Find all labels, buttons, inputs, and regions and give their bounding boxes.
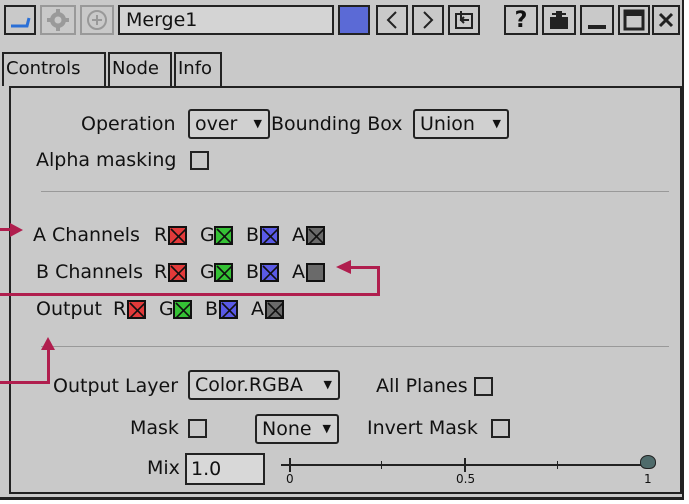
channel-checkbox-a[interactable] <box>306 263 325 282</box>
tab-controls[interactable]: Controls <box>2 52 106 86</box>
mask-label: Mask <box>130 417 179 439</box>
collapse-icon[interactable] <box>4 5 36 35</box>
mix-input[interactable]: 1.0 <box>185 453 265 485</box>
slider-tick-label: 0.5 <box>456 472 476 486</box>
mix-slider[interactable]: 0 0.5 1 <box>281 455 661 488</box>
channel-letter: B <box>246 224 260 246</box>
merge-node-panel: Merge1 ? Controls Node Info Operation ov… <box>0 0 684 500</box>
all-planes-label: All Planes <box>376 375 468 397</box>
tab-info[interactable]: Info <box>174 52 222 86</box>
settings-gear-icon[interactable] <box>40 5 76 35</box>
arrow-head-icon <box>10 223 23 237</box>
channel-letter: G <box>200 261 215 283</box>
help-button[interactable]: ? <box>504 5 538 35</box>
node-name-field[interactable]: Merge1 <box>118 5 334 35</box>
bounding-box-dropdown[interactable]: Union ▼ <box>413 109 509 139</box>
b-channels-label: B Channels <box>36 261 143 283</box>
slider-handle[interactable] <box>640 455 656 469</box>
slider-tick-label: 0 <box>286 472 294 486</box>
output-layer-dropdown[interactable]: Color.RGBA ▼ <box>188 370 340 400</box>
mask-channel-dropdown[interactable]: None ▼ <box>255 414 339 444</box>
invert-mask-checkbox[interactable] <box>491 419 510 438</box>
slider-tick-label: 1 <box>644 472 652 486</box>
channel-checkbox-g[interactable] <box>214 226 233 245</box>
mix-label: Mix <box>147 457 180 479</box>
close-icon[interactable] <box>652 5 680 35</box>
divider <box>41 346 669 347</box>
tab-node[interactable]: Node <box>108 52 172 86</box>
channel-checkbox-g[interactable] <box>173 300 192 319</box>
bounding-box-value: Union <box>420 113 475 135</box>
slider-tick <box>557 461 558 469</box>
annotation-arrow-output <box>0 381 50 384</box>
alpha-masking-checkbox[interactable] <box>190 151 209 170</box>
channel-letter: B <box>246 261 260 283</box>
float-panel-icon[interactable] <box>542 5 576 35</box>
slider-tick <box>381 461 382 469</box>
undo-icon[interactable] <box>376 5 408 35</box>
channel-letter: R <box>113 298 127 320</box>
channel-letter: A <box>292 224 305 246</box>
channel-checkbox-b[interactable] <box>219 300 238 319</box>
operation-label: Operation <box>81 113 176 135</box>
annotation-arrow-b <box>377 267 380 296</box>
operation-dropdown[interactable]: over ▼ <box>188 109 270 139</box>
mask-checkbox[interactable] <box>188 419 207 438</box>
operation-value: over <box>195 113 238 135</box>
annotation-arrow-output <box>47 348 50 384</box>
channel-checkbox-g[interactable] <box>214 263 233 282</box>
output-label: Output <box>36 298 102 320</box>
annotation-arrow-b <box>348 266 380 269</box>
channel-letter: G <box>159 298 174 320</box>
channel-checkbox-b[interactable] <box>260 226 279 245</box>
arrow-head-icon <box>41 337 55 350</box>
node-color-swatch[interactable] <box>338 5 370 35</box>
title-bar: Merge1 ? <box>0 0 682 40</box>
channel-letter: R <box>154 224 168 246</box>
dropdown-arrow-icon: ▼ <box>323 378 332 391</box>
slider-tick <box>289 458 291 472</box>
channel-letter: R <box>154 261 168 283</box>
dropdown-arrow-icon: ▼ <box>322 422 331 435</box>
redo-icon[interactable] <box>412 5 444 35</box>
slider-tick <box>464 458 466 472</box>
divider <box>41 191 669 192</box>
channel-checkbox-a[interactable] <box>306 226 325 245</box>
channel-checkbox-r[interactable] <box>127 300 146 319</box>
add-knob-icon[interactable] <box>80 5 114 35</box>
all-planes-checkbox[interactable] <box>474 377 493 396</box>
dropdown-arrow-icon: ▼ <box>253 117 262 130</box>
annotation-arrow-b <box>0 293 380 296</box>
channel-letter: B <box>205 298 219 320</box>
mask-value: None <box>262 418 312 440</box>
channel-checkbox-r[interactable] <box>168 226 187 245</box>
channel-checkbox-r[interactable] <box>168 263 187 282</box>
channel-checkbox-b[interactable] <box>260 263 279 282</box>
controls-tab-content: Operation over ▼ Bounding Box Union ▼ Al… <box>9 86 682 494</box>
output-layer-label: Output Layer <box>53 375 179 397</box>
channel-letter: A <box>292 261 305 283</box>
bounding-box-label: Bounding Box <box>271 113 403 135</box>
channel-letter: G <box>200 224 215 246</box>
output-layer-value: Color.RGBA <box>195 374 303 396</box>
minimize-icon[interactable] <box>580 5 614 35</box>
alpha-masking-label: Alpha masking <box>36 149 177 171</box>
revert-icon[interactable] <box>448 5 480 35</box>
maximize-icon[interactable] <box>618 5 650 35</box>
channel-letter: A <box>251 298 264 320</box>
channel-checkbox-a[interactable] <box>265 300 284 319</box>
a-channels-label: A Channels <box>33 224 140 246</box>
dropdown-arrow-icon: ▼ <box>492 117 501 130</box>
arrow-head-icon <box>336 260 351 274</box>
invert-mask-label: Invert Mask <box>367 417 478 439</box>
